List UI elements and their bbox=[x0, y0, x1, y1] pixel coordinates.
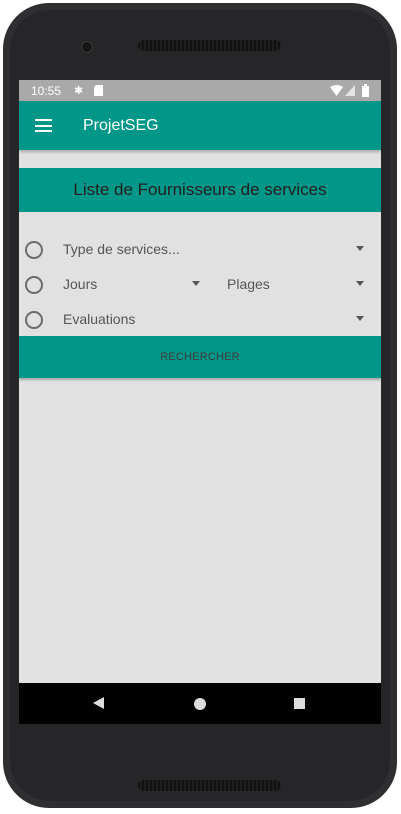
app-screen: 10:55 ✱ ProjetSEG Liste de Fournisseurs … bbox=[19, 80, 381, 724]
ratings-spinner-value: Evaluations bbox=[63, 311, 136, 327]
service-type-radio[interactable] bbox=[25, 241, 43, 259]
top-speaker bbox=[138, 40, 281, 51]
recent-apps-icon[interactable] bbox=[294, 698, 305, 709]
chevron-down-icon bbox=[356, 316, 364, 321]
settings-icon: ✱ bbox=[74, 85, 84, 97]
bottom-speaker bbox=[138, 780, 281, 791]
chevron-down-icon bbox=[356, 246, 364, 251]
sd-card-icon bbox=[94, 85, 103, 96]
battery-icon bbox=[362, 84, 369, 97]
home-icon[interactable] bbox=[194, 698, 206, 710]
status-time: 10:55 bbox=[31, 84, 62, 98]
navigation-bar bbox=[19, 683, 381, 724]
days-radio[interactable] bbox=[25, 276, 43, 294]
app-bar: ProjetSEG bbox=[19, 101, 381, 150]
ratings-radio[interactable] bbox=[25, 311, 43, 329]
search-button[interactable]: RECHERCHER bbox=[19, 336, 381, 378]
status-bar: 10:55 ✱ bbox=[19, 80, 381, 101]
app-title: ProjetSEG bbox=[83, 117, 159, 134]
signal-icon bbox=[345, 85, 355, 96]
list-header: Liste de Fournisseurs de services bbox=[19, 168, 381, 212]
front-camera bbox=[81, 41, 93, 53]
chevron-down-icon bbox=[356, 281, 364, 286]
filter-row-days-ranges: Jours Plages bbox=[19, 270, 381, 300]
ranges-spinner-value: Plages bbox=[227, 276, 270, 292]
hamburger-menu-icon[interactable] bbox=[35, 119, 52, 132]
back-icon[interactable] bbox=[93, 697, 104, 709]
filter-row-ratings: Evaluations bbox=[19, 305, 381, 335]
filter-row-service-type: Type de services... bbox=[19, 235, 381, 265]
wifi-icon bbox=[330, 85, 343, 96]
days-spinner-value: Jours bbox=[63, 276, 98, 292]
service-type-spinner-value: Type de services... bbox=[63, 241, 180, 257]
chevron-down-icon bbox=[192, 281, 200, 286]
